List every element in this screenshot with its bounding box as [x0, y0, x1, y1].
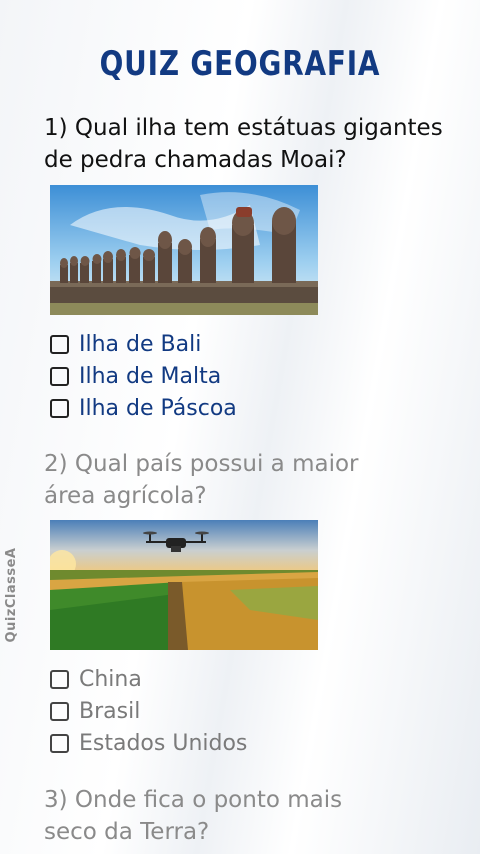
checkbox-icon[interactable] — [50, 701, 69, 721]
option-label: Ilha de Páscoa — [79, 395, 237, 421]
option-label: China — [79, 666, 142, 692]
option-ilha-de-malta[interactable]: Ilha de Malta — [50, 360, 237, 392]
checkbox-icon[interactable] — [50, 398, 69, 418]
option-label: Ilha de Malta — [79, 363, 222, 389]
checkbox-icon[interactable] — [50, 733, 69, 753]
option-label: Brasil — [79, 698, 141, 724]
option-label: Estados Unidos — [79, 730, 248, 756]
option-label: Ilha de Bali — [79, 331, 202, 357]
drone-over-farmland-photo — [50, 520, 318, 650]
option-ilha-de-pascoa[interactable]: Ilha de Páscoa — [50, 392, 237, 424]
checkbox-icon[interactable] — [50, 366, 69, 386]
option-brasil[interactable]: Brasil — [50, 695, 247, 727]
option-estados-unidos[interactable]: Estados Unidos — [50, 727, 247, 759]
moai-statues-photo — [50, 185, 318, 315]
question-2-options: China Brasil Estados Unidos — [50, 663, 247, 759]
option-china[interactable]: China — [50, 663, 247, 695]
checkbox-icon[interactable] — [50, 669, 69, 689]
question-3: 3) Onde fica o ponto mais seco da Terra? — [44, 787, 343, 845]
watermark: QuizClasseA — [4, 547, 19, 643]
quiz-title: QUIZ GEOGRAFIA — [99, 44, 381, 84]
option-ilha-de-bali[interactable]: Ilha de Bali — [50, 328, 237, 360]
question-1-options: Ilha de Bali Ilha de Malta Ilha de Pásco… — [50, 328, 237, 424]
checkbox-icon[interactable] — [50, 334, 69, 354]
question-1: 1) Qual ilha tem estátuas gigantes de pe… — [44, 115, 443, 173]
question-2: 2) Qual país possui a maior área agrícol… — [44, 451, 359, 509]
